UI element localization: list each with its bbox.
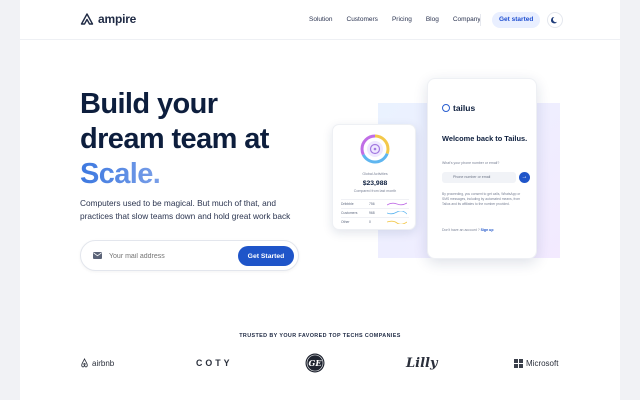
microsoft-logo: Microsoft <box>514 352 558 374</box>
microsoft-icon <box>514 358 523 368</box>
nav-link-customers[interactable]: Customers <box>347 16 378 23</box>
stats-row: Customers 968 <box>341 208 409 217</box>
row-value: 756 <box>369 202 375 206</box>
get-started-button[interactable]: Get Started <box>238 246 294 266</box>
nav-links: Solution Customers Pricing Blog Company <box>309 16 495 23</box>
hero-title-line-3: Scale. <box>80 158 161 190</box>
stats-row: Other 0 <box>341 217 409 226</box>
row-name: Other <box>341 220 350 224</box>
nav-link-company[interactable]: Company <box>453 16 481 23</box>
row-name: Customers <box>341 211 358 215</box>
theme-toggle-button[interactable] <box>547 12 563 28</box>
mail-icon <box>93 252 102 259</box>
sparkline <box>387 220 407 224</box>
lilly-logo: Lilly <box>406 355 438 371</box>
signup-text: Don't have an account ? <box>442 228 480 232</box>
airbnb-icon <box>81 358 88 368</box>
nav-divider <box>480 14 481 26</box>
login-welcome-heading: Welcome back to Tailus. <box>442 134 528 143</box>
logo-text: ampire <box>98 12 137 26</box>
email-input[interactable] <box>109 249 229 263</box>
nav-link-solution[interactable]: Solution <box>309 16 333 23</box>
svg-text:GE: GE <box>309 358 323 368</box>
signup-prompt: Don't have an account ? Sign up <box>442 228 493 232</box>
hero-title-line-2: dream team at <box>80 123 269 155</box>
activity-ring-chart <box>360 134 390 164</box>
stats-card: Global Activities $23,988 Compared from … <box>332 124 416 230</box>
tailus-logo-text: tailus <box>453 103 476 113</box>
consent-text: By proceeding, you consent to get calls,… <box>442 192 521 206</box>
nav-link-pricing[interactable]: Pricing <box>392 16 412 23</box>
stats-sublabel: Compared from last month <box>353 189 397 193</box>
login-card: tailus Welcome back to Tailus. What's yo… <box>427 78 537 259</box>
phone-label: What's your phone number or email? <box>442 161 500 165</box>
top-navbar: ampire Solution Customers Pricing Blog C… <box>20 0 620 40</box>
tailus-logo: tailus <box>442 103 475 113</box>
ge-logo: GE <box>305 352 325 374</box>
trusted-heading: TRUSTED BY YOUR FAVORED TOP TECHS COMPAN… <box>239 333 401 339</box>
airbnb-wordmark: airbnb <box>92 358 115 368</box>
airbnb-logo: airbnb <box>80 352 114 374</box>
row-name: Dribbble <box>341 202 354 206</box>
ge-monogram-icon: GE <box>305 353 325 373</box>
nav-link-blog[interactable]: Blog <box>426 16 439 23</box>
stats-label: Global Activities <box>362 172 388 176</box>
microsoft-wordmark: Microsoft <box>526 358 559 368</box>
hero-title-line-1: Build your <box>80 88 218 120</box>
stats-rows: Dribbble 756 Customers 968 Other 0 <box>341 199 409 226</box>
stats-amount: $23,988 <box>362 180 388 187</box>
hero-description: Computers used to be magical. But much o… <box>80 198 291 221</box>
row-value: 968 <box>369 211 375 215</box>
coty-logo: COTY <box>196 358 233 368</box>
nav-get-started-button[interactable]: Get started <box>492 12 541 28</box>
company-logos: airbnb COTY GE Lilly Microsoft <box>20 352 620 374</box>
logo-icon <box>80 13 94 25</box>
sparkline <box>387 202 407 206</box>
arrow-right-icon: → <box>521 174 528 180</box>
signup-link[interactable]: Sign up <box>481 228 494 232</box>
tailus-logo-icon <box>442 104 450 112</box>
hero-title: Build your dream team at Scale. <box>80 87 320 192</box>
stats-row: Dribbble 756 <box>341 199 409 208</box>
moon-icon <box>551 16 557 24</box>
page: ampire Solution Customers Pricing Blog C… <box>20 0 620 400</box>
email-signup-form: Get Started <box>80 240 299 271</box>
sparkline <box>387 211 407 215</box>
phone-input[interactable]: Phone number or email <box>442 172 516 183</box>
logo[interactable]: ampire <box>80 12 136 26</box>
row-value: 0 <box>369 220 371 224</box>
phone-submit-button[interactable]: → <box>519 172 530 183</box>
